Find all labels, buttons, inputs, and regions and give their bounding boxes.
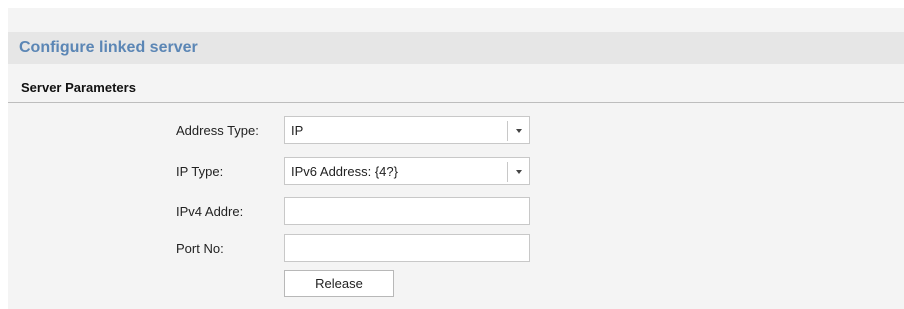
chevron-down-icon[interactable] — [507, 121, 529, 141]
ipv4-address-input[interactable] — [284, 197, 530, 225]
ip-type-value: IPv6 Address: {4?} — [291, 164, 398, 179]
configure-linked-server-panel: Configure linked server Server Parameter… — [8, 8, 904, 309]
ipv4-address-label: IPv4 Addre: — [176, 204, 244, 219]
release-button[interactable]: Release — [284, 270, 394, 297]
ip-type-label: IP Type: — [176, 164, 224, 179]
section-divider — [8, 102, 904, 103]
port-no-input[interactable] — [284, 234, 530, 262]
address-type-label: Address Type: — [176, 123, 259, 138]
page-title: Configure linked server — [19, 39, 198, 56]
port-no-label: Port No: — [176, 241, 224, 256]
address-type-value: IP — [291, 123, 304, 138]
panel-header: Configure linked server — [8, 32, 904, 64]
address-type-select[interactable]: IP — [284, 116, 530, 144]
section-title: Server Parameters — [21, 80, 136, 95]
chevron-down-icon[interactable] — [507, 162, 529, 182]
ip-type-select[interactable]: IPv6 Address: {4?} — [284, 157, 530, 185]
